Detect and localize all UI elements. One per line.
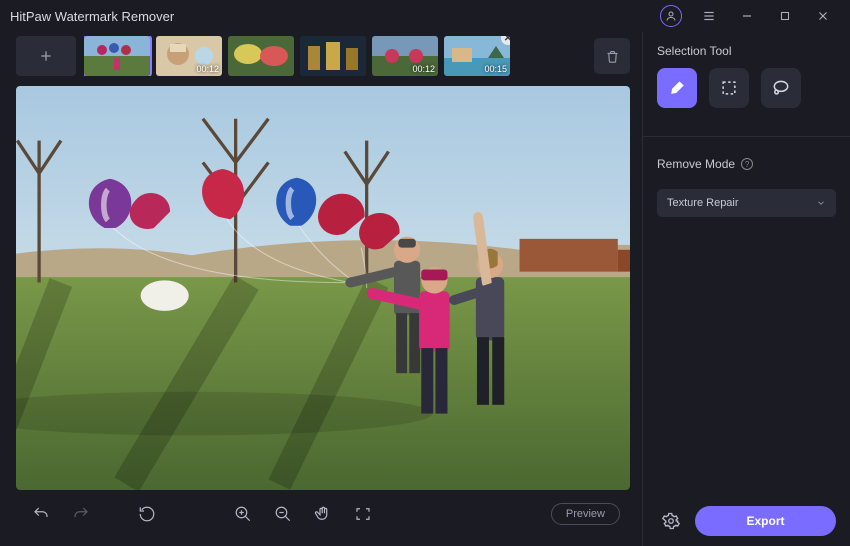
delete-button[interactable] [594,38,630,74]
selection-tool-label: Selection Tool [657,44,836,58]
thumbnail-strip: 00:12 00:12 00:15 ✕ [84,36,586,76]
close-icon[interactable] [806,3,840,29]
fit-screen-button[interactable] [348,499,378,529]
zoom-out-button[interactable] [268,499,298,529]
export-row: Export [657,506,836,536]
preview-button[interactable]: Preview [551,503,620,525]
profile-icon[interactable] [660,5,682,27]
thumbnail-bar: 00:12 00:12 00:15 ✕ [16,36,630,76]
hamburger-icon[interactable] [692,3,726,29]
remove-mode-select[interactable]: Texture Repair [657,189,836,217]
right-sidebar: Selection Tool Remove Mode ? Texture Rep… [642,32,850,546]
chevron-down-icon [816,198,826,208]
minimize-icon[interactable] [730,3,764,29]
thumbnail[interactable] [84,36,150,76]
marquee-tool[interactable] [709,68,749,108]
brush-tool[interactable] [657,68,697,108]
pan-hand-button[interactable] [308,499,338,529]
thumbnail-duration: 00:12 [196,64,219,74]
thumbnail[interactable] [228,36,294,76]
thumbnail-duration: 00:12 [412,64,435,74]
divider [643,136,850,137]
bottom-toolbar: Preview [16,490,630,538]
thumbnail[interactable]: 00:12 [372,36,438,76]
thumbnail[interactable] [300,36,366,76]
canvas[interactable] [16,86,630,490]
thumbnail[interactable]: 00:12 [156,36,222,76]
lasso-tool[interactable] [761,68,801,108]
window-controls [660,3,840,29]
title-bar: HitPaw Watermark Remover [0,0,850,32]
left-pane: 00:12 00:12 00:15 ✕ [0,32,642,546]
thumbnail-duration: 00:15 [484,64,507,74]
app-title: HitPaw Watermark Remover [10,9,174,24]
undo-button[interactable] [26,499,56,529]
maximize-icon[interactable] [768,3,802,29]
help-icon[interactable]: ? [741,158,753,170]
remove-mode-label-text: Remove Mode [657,157,735,171]
add-media-button[interactable] [16,36,76,76]
thumbnail[interactable]: 00:15 ✕ [444,36,510,76]
selection-tool-row [657,68,836,108]
export-button[interactable]: Export [695,506,836,536]
zoom-in-button[interactable] [228,499,258,529]
remove-mode-label: Remove Mode ? [657,157,836,171]
settings-button[interactable] [657,507,685,535]
redo-button[interactable] [66,499,96,529]
reset-button[interactable] [132,499,162,529]
remove-mode-value: Texture Repair [667,197,739,209]
